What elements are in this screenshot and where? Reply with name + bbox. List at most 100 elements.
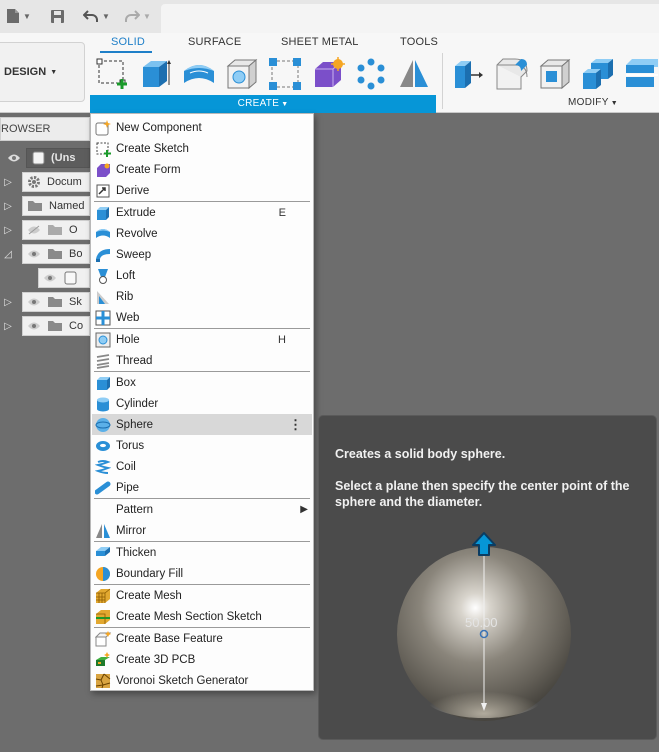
menu-item-label: Derive xyxy=(116,184,150,197)
menu-item-loft[interactable]: Loft xyxy=(92,265,312,286)
revolve-icon xyxy=(184,65,214,83)
tab-surface[interactable]: SURFACE xyxy=(188,36,241,48)
menu-item-create-3d-pcb[interactable]: Create 3D PCB xyxy=(92,649,312,670)
tree-node-root-box: (Uns xyxy=(26,148,90,168)
create-sketch-icon xyxy=(96,142,111,157)
eye-icon xyxy=(28,250,40,258)
expand-icon[interactable]: ▷ xyxy=(2,220,14,240)
menu-item-boundary-fill[interactable]: Boundary Fill xyxy=(92,563,312,584)
menu-item-rib[interactable]: Rib xyxy=(92,286,312,307)
modify-menu-label: MODIFY xyxy=(568,97,609,108)
workspace-switcher[interactable]: DESIGN ▼ xyxy=(0,42,85,102)
press-pull-tool[interactable] xyxy=(452,57,486,91)
menu-item-label: New Component xyxy=(116,121,202,134)
ribbon-divider xyxy=(442,53,443,109)
chevron-down-icon: ▼ xyxy=(23,11,31,21)
menu-item-thread[interactable]: Thread xyxy=(92,350,312,371)
revolve-tool[interactable] xyxy=(182,57,216,91)
menu-item-hole[interactable]: Hole H xyxy=(92,329,312,350)
menu-item-derive[interactable]: Derive xyxy=(92,180,312,201)
extrude-tool[interactable] xyxy=(139,57,173,91)
menu-item-create-base-feature[interactable]: Create Base Feature xyxy=(92,628,312,649)
menu-item-mirror[interactable]: Mirror xyxy=(92,520,312,541)
redo-button[interactable]: ▼ xyxy=(124,6,151,26)
tool-tooltip: Creates a solid body sphere. Select a pl… xyxy=(318,415,657,740)
undo-icon xyxy=(83,10,98,22)
menu-item-pipe[interactable]: Pipe xyxy=(92,477,312,498)
shell-tool[interactable] xyxy=(538,57,572,91)
menu-item-label: Rib xyxy=(116,290,134,303)
menu-item-sphere[interactable]: Sphere ⋮ xyxy=(92,414,312,435)
hole-tool[interactable] xyxy=(225,57,259,91)
circular-pattern-icon xyxy=(357,58,385,90)
tree-node-label: Docum xyxy=(47,176,82,188)
menu-item-thicken[interactable]: Thicken xyxy=(92,542,312,563)
modify-menu-button[interactable]: MODIFY ▼ xyxy=(568,97,618,108)
menu-item-coil[interactable]: Coil xyxy=(92,456,312,477)
menu-item-voronoi-sketch-generator[interactable]: Voronoi Sketch Generator xyxy=(92,670,312,691)
new-component-icon xyxy=(95,119,111,135)
tree-node-box xyxy=(38,268,90,288)
folder-icon xyxy=(48,225,62,235)
tab-solid[interactable]: SOLID xyxy=(111,36,145,48)
title-bar: ▼ ▼ ▼ xyxy=(0,0,659,33)
menu-item-create-mesh-section-sketch[interactable]: Create Mesh Section Sketch xyxy=(92,606,312,627)
combine-tool[interactable] xyxy=(581,57,615,91)
create-sketch-tool[interactable] xyxy=(96,57,130,91)
tab-sheet-metal[interactable]: SHEET METAL xyxy=(281,36,359,48)
rectangular-pattern-tool[interactable] xyxy=(268,57,302,91)
menu-item-sweep[interactable]: Sweep xyxy=(92,244,312,265)
collapse-icon[interactable]: ◿ xyxy=(2,244,14,264)
eye-icon xyxy=(28,322,40,330)
mirror-tool[interactable] xyxy=(397,57,431,91)
menu-item-label: Cylinder xyxy=(116,397,159,410)
diameter-value-label: 50.00 xyxy=(465,615,498,630)
create-menu-button[interactable]: CREATE ▼ xyxy=(90,95,436,113)
menu-item-new-component[interactable]: New Component xyxy=(92,117,312,138)
menu-item-torus[interactable]: Torus xyxy=(92,435,312,456)
thicken-icon xyxy=(96,546,110,556)
menu-item-create-form[interactable]: Create Form xyxy=(92,159,312,180)
menu-item-cylinder[interactable]: Cylinder xyxy=(92,393,312,414)
undo-button[interactable]: ▼ xyxy=(83,6,110,26)
menu-item-label: Torus xyxy=(116,439,145,452)
tree-node-box: Sk xyxy=(22,292,90,312)
expand-icon[interactable]: ▷ xyxy=(2,172,14,192)
tree-node-label: Named xyxy=(49,200,85,212)
tree-node-label: Co xyxy=(69,320,84,332)
circular-pattern-tool[interactable] xyxy=(354,57,388,91)
expand-icon[interactable]: ▷ xyxy=(2,196,14,216)
file-menu-button[interactable]: ▼ xyxy=(6,6,31,26)
menu-item-extrude[interactable]: Extrude E xyxy=(92,202,312,223)
component-icon xyxy=(32,151,45,165)
keyboard-shortcut: E xyxy=(278,206,286,219)
expand-icon[interactable]: ▷ xyxy=(2,316,14,336)
menu-item-create-mesh[interactable]: Create Mesh xyxy=(92,585,312,606)
save-icon xyxy=(51,9,64,23)
fillet-tool[interactable] xyxy=(495,57,529,91)
menu-item-pattern[interactable]: Pattern ▶ xyxy=(92,499,312,520)
cylinder-icon xyxy=(97,397,109,411)
menu-item-box[interactable]: Box xyxy=(92,372,312,393)
menu-item-web[interactable]: Web xyxy=(92,307,312,328)
more-options-icon[interactable]: ⋮ xyxy=(289,417,302,433)
split-body-tool[interactable] xyxy=(624,57,658,91)
eye-icon xyxy=(8,154,20,162)
expand-icon[interactable]: ▷ xyxy=(2,292,14,312)
extrude-icon xyxy=(97,206,109,220)
tab-tools[interactable]: TOOLS xyxy=(400,36,438,48)
thread-icon xyxy=(96,353,110,369)
create-form-tool[interactable] xyxy=(311,57,345,91)
redo-icon xyxy=(125,10,140,22)
create-dropdown-menu: New Component Create Sketch Create Form … xyxy=(90,113,314,691)
tree-node-box: Co xyxy=(22,316,90,336)
combine-icon xyxy=(583,59,613,89)
base-feature-icon xyxy=(95,630,111,646)
save-button[interactable] xyxy=(50,6,65,26)
menu-item-label: Box xyxy=(116,376,136,389)
menu-item-label: Mirror xyxy=(116,524,147,537)
tree-node-label: O xyxy=(69,224,78,236)
fillet-icon xyxy=(496,58,528,90)
menu-item-revolve[interactable]: Revolve xyxy=(92,223,312,244)
menu-item-create-sketch[interactable]: Create Sketch xyxy=(92,138,312,159)
